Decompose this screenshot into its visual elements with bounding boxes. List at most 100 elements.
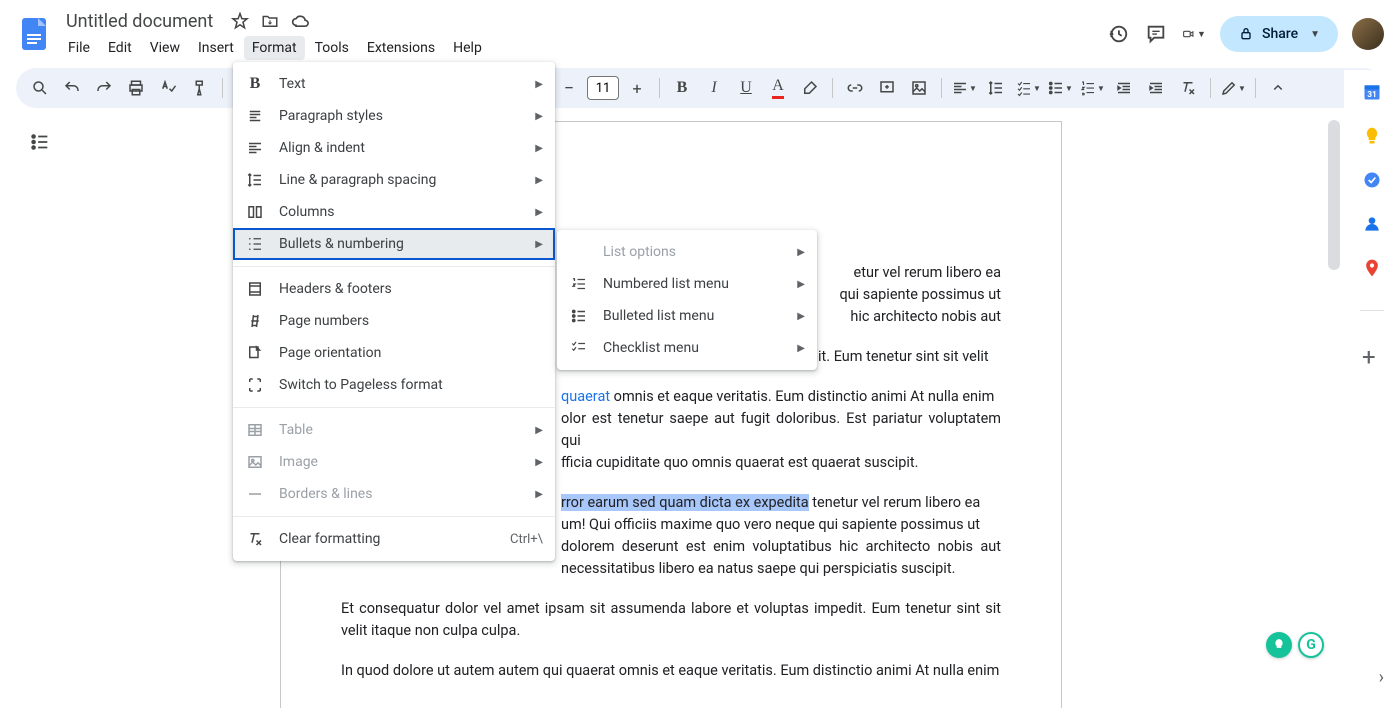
columns-icon [245, 202, 265, 222]
docs-logo-icon[interactable] [16, 16, 52, 52]
toolbar-separator [222, 78, 223, 98]
toolbar-separator [832, 78, 833, 98]
history-icon[interactable] [1106, 22, 1130, 46]
vertical-scrollbar[interactable] [1328, 120, 1340, 270]
submenu-arrow-icon: ▶ [797, 343, 805, 354]
format-page-numbers-item[interactable]: Page numbers [233, 305, 555, 337]
keep-app-icon[interactable] [1362, 126, 1382, 146]
align-icon[interactable]: ▼ [950, 74, 978, 102]
highlight-color-icon[interactable] [796, 74, 824, 102]
italic-icon[interactable]: I [700, 74, 728, 102]
font-size-increase[interactable]: + [623, 74, 651, 102]
share-button[interactable]: Share ▼ [1220, 16, 1338, 52]
comments-icon[interactable] [1144, 22, 1168, 46]
menu-insert[interactable]: Insert [190, 36, 242, 60]
app-header: Untitled document File Edit View Insert … [0, 0, 1400, 60]
selected-text[interactable]: rror earum sed quam dicta ex expedita [561, 494, 809, 511]
format-line-spacing-item[interactable]: Line & paragraph spacing ▶ [233, 164, 555, 196]
collapse-toolbar-icon[interactable] [1264, 74, 1292, 102]
format-page-orientation-item[interactable]: Page orientation [233, 337, 555, 369]
undo-icon[interactable] [58, 74, 86, 102]
menu-help[interactable]: Help [445, 36, 490, 60]
account-avatar[interactable] [1352, 18, 1384, 50]
paragraph[interactable]: Et consequatur dolor vel amet ipsam sit … [341, 598, 1001, 642]
star-icon[interactable] [231, 12, 249, 30]
menu-extensions[interactable]: Extensions [359, 36, 443, 60]
submenu-arrow-icon: ▶ [797, 279, 805, 290]
bulleted-list-icon[interactable]: ▼ [1046, 74, 1074, 102]
side-panel: 31 + [1344, 70, 1400, 708]
insert-link-icon[interactable] [841, 74, 869, 102]
font-size-decrease[interactable]: − [555, 74, 583, 102]
share-label: Share [1262, 26, 1298, 42]
title-area: Untitled document File Edit View Insert … [60, 9, 1106, 60]
bold-icon[interactable]: B [668, 74, 696, 102]
header-right: ▼ Share ▼ [1106, 16, 1384, 52]
menu-edit[interactable]: Edit [100, 36, 140, 60]
font-size-input[interactable]: 11 [587, 76, 619, 100]
format-text-item[interactable]: B Text ▶ [233, 68, 555, 100]
insert-image-icon[interactable] [905, 74, 933, 102]
indent-increase-icon[interactable] [1142, 74, 1170, 102]
submenu-arrow-icon: ▶ [535, 79, 543, 90]
checklist-icon [569, 338, 589, 358]
tasks-app-icon[interactable] [1362, 170, 1382, 190]
menu-tools[interactable]: Tools [307, 36, 357, 60]
format-paragraph-styles-item[interactable]: Paragraph styles ▶ [233, 100, 555, 132]
spellcheck-icon[interactable] [154, 74, 182, 102]
numbered-list-icon[interactable]: ▼ [1078, 74, 1106, 102]
toolbar: − 11 + B I U A ▼ ▼ ▼ ▼ ▼ [16, 68, 1384, 108]
format-bullets-numbering-item[interactable]: Bullets & numbering ▶ [233, 228, 555, 260]
grammarly-hint-icon[interactable] [1266, 632, 1292, 658]
format-clear-formatting-item[interactable]: Clear formatting Ctrl+\ [233, 523, 555, 555]
toolbar-separator [941, 78, 942, 98]
format-headers-footers-item[interactable]: Headers & footers [233, 273, 555, 305]
format-columns-item[interactable]: Columns ▶ [233, 196, 555, 228]
menu-view[interactable]: View [142, 36, 188, 60]
collapse-side-panel-icon[interactable]: › [1379, 667, 1384, 688]
menu-format[interactable]: Format [244, 36, 305, 60]
contacts-app-icon[interactable] [1362, 214, 1382, 234]
maps-app-icon[interactable] [1362, 258, 1382, 278]
menu-file[interactable]: File [60, 36, 98, 60]
add-comment-icon[interactable] [873, 74, 901, 102]
format-menu-dropdown: B Text ▶ Paragraph styles ▶ Align & inde… [233, 62, 555, 561]
move-folder-icon[interactable] [261, 12, 279, 30]
submenu-arrow-icon: ▶ [535, 425, 543, 436]
paragraph[interactable]: In quod dolore ut autem autem qui quaera… [341, 660, 1001, 682]
paint-format-icon[interactable] [186, 74, 214, 102]
indent-decrease-icon[interactable] [1110, 74, 1138, 102]
bulleted-list-icon [569, 306, 589, 326]
cloud-status-icon[interactable] [291, 12, 309, 30]
search-menus-icon[interactable] [26, 74, 54, 102]
line-spacing-icon[interactable] [982, 74, 1010, 102]
hyperlink[interactable]: quaerat [561, 388, 610, 405]
calendar-app-icon[interactable]: 31 [1362, 82, 1382, 102]
document-title[interactable]: Untitled document [60, 9, 219, 34]
editing-mode-icon[interactable]: ▼ [1219, 74, 1247, 102]
document-canvas[interactable]: etur vel rerum libero ea qui sapiente po… [0, 115, 1344, 708]
numbered-list-icon [569, 274, 589, 294]
checklist-icon[interactable]: ▼ [1014, 74, 1042, 102]
checklist-menu-item[interactable]: Checklist menu ▶ [557, 332, 817, 364]
print-icon[interactable] [122, 74, 150, 102]
clear-formatting-icon[interactable] [1174, 74, 1202, 102]
submenu-arrow-icon: ▶ [535, 489, 543, 500]
format-align-indent-item[interactable]: Align & indent ▶ [233, 132, 555, 164]
text-color-icon[interactable]: A [764, 74, 792, 102]
toolbar-separator [659, 78, 660, 98]
menu-separator [233, 516, 555, 517]
numbered-list-menu-item[interactable]: Numbered list menu ▶ [557, 268, 817, 300]
bulleted-list-menu-item[interactable]: Bulleted list menu ▶ [557, 300, 817, 332]
redo-icon[interactable] [90, 74, 118, 102]
format-pageless-item[interactable]: Switch to Pageless format [233, 369, 555, 401]
bold-icon: B [245, 74, 265, 94]
add-addon-icon[interactable]: + [1362, 343, 1382, 363]
underline-icon[interactable]: U [732, 74, 760, 102]
svg-text:31: 31 [1367, 90, 1377, 100]
meet-icon[interactable]: ▼ [1182, 22, 1206, 46]
share-caret-icon[interactable]: ▼ [1310, 29, 1320, 40]
paragraph-icon [245, 106, 265, 126]
submenu-arrow-icon: ▶ [535, 111, 543, 122]
grammarly-icon[interactable]: G [1298, 632, 1324, 658]
